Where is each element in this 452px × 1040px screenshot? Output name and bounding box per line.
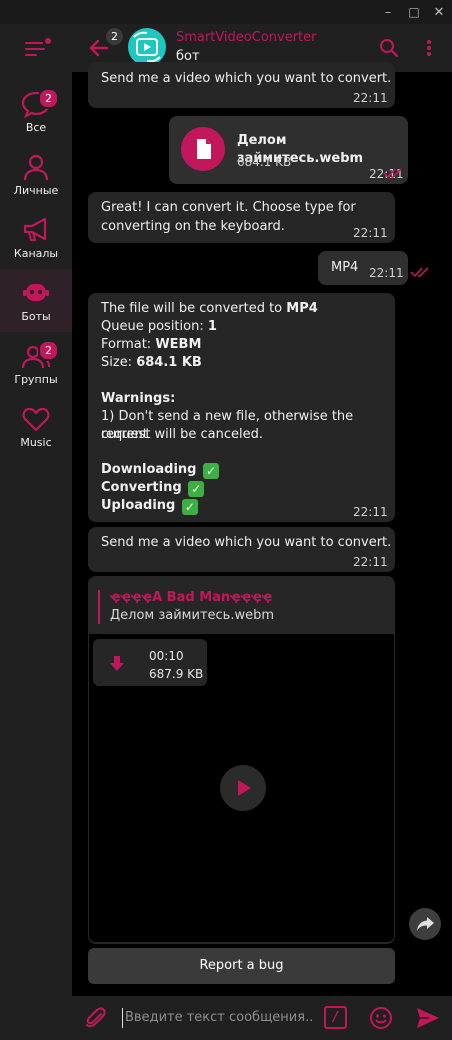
message-incoming-video[interactable]: ҿҿҿҿA Bad Manҿҿҿҿ Делом займитесь.webm <box>88 576 395 634</box>
status-line: The file will be converted to MP4 <box>101 301 318 316</box>
step-downloading: Downloading ✓ <box>101 461 219 479</box>
share-arrow-icon <box>417 917 434 931</box>
download-arrow-icon[interactable] <box>109 655 125 673</box>
message-line: converting on the keyboard. <box>101 219 285 234</box>
folder-channels[interactable]: Каналы <box>0 206 72 269</box>
bot-commands-button[interactable]: / <box>324 1006 347 1029</box>
step-converting: Converting ✓ <box>101 479 205 497</box>
minimize-button[interactable]: – <box>376 0 400 24</box>
message-time: 22:11 <box>353 91 388 105</box>
message-composer: Введите текст сообщения... / <box>72 996 452 1040</box>
message-input[interactable]: Введите текст сообщения... <box>122 1008 312 1028</box>
read-checks-icon <box>383 168 402 179</box>
message-incoming[interactable]: Send me a video which you want to conver… <box>88 527 395 572</box>
report-bug-button[interactable]: Report a bug <box>88 948 395 984</box>
message-incoming-status[interactable]: The file will be converted to MP4 Queue … <box>88 293 395 522</box>
message-time: 22:11 <box>369 266 404 280</box>
folder-label: Боты <box>21 310 51 323</box>
folder-groups[interactable]: 2 Группы <box>0 332 72 395</box>
folder-bots[interactable]: Боты <box>0 269 72 332</box>
check-mark-icon: ✓ <box>203 463 219 479</box>
play-button[interactable] <box>220 765 266 811</box>
unread-badge: 2 <box>106 28 123 45</box>
reply-text: Делом займитесь.webm <box>110 608 274 623</box>
folder-personal[interactable]: Личные <box>0 143 72 206</box>
message-incoming[interactable]: Send me a video which you want to conver… <box>88 62 395 108</box>
status-line: Format: WEBM <box>101 337 202 352</box>
file-size: 684.1 KB <box>237 155 292 169</box>
megaphone-icon <box>23 217 47 241</box>
chat-title[interactable]: SmartVideoConverter <box>176 30 317 45</box>
reply-bar <box>98 590 100 624</box>
message-text: MP4 <box>331 260 359 275</box>
message-outgoing[interactable]: MP4 22:11 <box>318 251 408 285</box>
step-uploading: Uploading ✓ <box>101 497 198 515</box>
paperclip-icon[interactable] <box>84 1006 108 1030</box>
emoji-icon[interactable] <box>369 1006 393 1030</box>
send-icon[interactable] <box>415 1005 441 1031</box>
document-icon <box>197 139 211 159</box>
folder-badge: 2 <box>38 88 59 109</box>
status-line: Size: 684.1 KB <box>101 355 202 370</box>
message-incoming[interactable]: Great! I can convert it. Choose type for… <box>88 192 395 243</box>
message-line: Great! I can convert it. Choose type for <box>101 200 356 215</box>
file-download-button[interactable] <box>181 127 225 171</box>
folder-label: Каналы <box>13 247 59 260</box>
avatar[interactable] <box>128 28 166 66</box>
message-text: Send me a video which you want to conver… <box>101 535 392 550</box>
message-text: Send me a video which you want to conver… <box>101 71 392 86</box>
forward-button[interactable] <box>409 908 441 940</box>
heart-icon <box>22 407 50 432</box>
folder-label: Music <box>20 436 52 449</box>
folder-music[interactable]: Music <box>0 395 72 458</box>
close-button[interactable]: ✕ <box>427 0 451 24</box>
robot-icon <box>23 284 49 301</box>
play-icon <box>238 780 251 796</box>
search-icon[interactable] <box>379 38 399 58</box>
video-size: 687.9 KB <box>149 667 204 681</box>
message-outgoing-file[interactable]: Делом займитесь.webm 684.1 KB 22:11 <box>169 116 408 184</box>
menu-button[interactable] <box>25 38 51 58</box>
folder-all[interactable]: 2 Все <box>0 80 72 143</box>
warning-line: request will be canceled. <box>101 427 264 442</box>
reply-author[interactable]: ҿҿҿҿA Bad Manҿҿҿҿ <box>110 589 272 607</box>
folder-label: Личные <box>13 184 59 197</box>
check-mark-icon: ✓ <box>181 499 198 515</box>
message-time: 22:11 <box>353 555 388 569</box>
message-time: 22:11 <box>353 505 388 519</box>
maximize-button[interactable]: □ <box>402 0 426 24</box>
folder-label: Группы <box>14 373 58 386</box>
video-convert-icon <box>133 31 161 63</box>
person-icon <box>23 154 49 181</box>
message-time: 22:11 <box>353 226 388 240</box>
check-mark-icon: ✓ <box>188 481 205 497</box>
video-duration: 00:10 <box>149 649 184 663</box>
warnings-heading: Warnings: <box>101 391 176 406</box>
folders-sidebar: 2 Все Личные Каналы Боты 2 Группы Music <box>0 24 72 1040</box>
folder-badge: 2 <box>38 340 59 361</box>
more-vertical-icon[interactable] <box>419 38 439 58</box>
window-titlebar: – □ ✕ <box>0 0 452 24</box>
status-line: Queue position: 1 <box>101 319 217 334</box>
folder-label: Все <box>25 121 47 134</box>
read-checks-icon <box>410 267 429 278</box>
video-info-box: 00:10 687.9 KB <box>93 639 207 686</box>
